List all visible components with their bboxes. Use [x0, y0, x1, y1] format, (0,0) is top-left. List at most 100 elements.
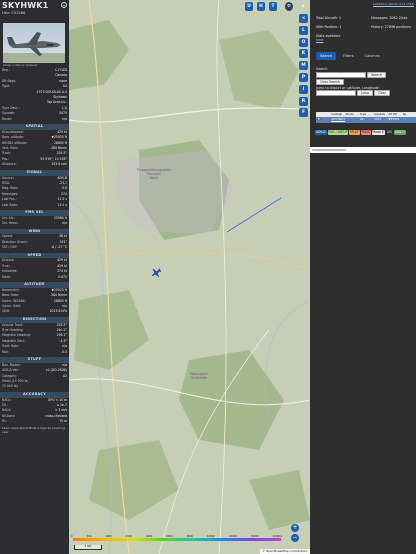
table-cell: ▼25925	[388, 117, 400, 121]
altitude-color-legend: 0 500 1000 2000 4000 6000 8000 10000 20000 30000 4…	[71, 535, 283, 541]
info-key: Reg.:	[2, 68, 10, 72]
expand-arrow-icon[interactable]: ▸	[299, 2, 308, 11]
info-row: 75 000 lb)	[0, 384, 69, 389]
table-row[interactable]: 🇨🇦 SKYHWK1 A4 5070 ▼25925	[316, 117, 416, 123]
side-button-k[interactable]: K	[299, 49, 308, 59]
map-button-u[interactable]: U	[245, 2, 253, 11]
aircraft-table: Callsign Route Type Squawk Alt (ft) Sp 🇨🇦 SKYH…	[316, 112, 416, 123]
map-base	[69, 0, 310, 554]
info-value: 0.672	[58, 274, 67, 279]
info-key: 75 000 lb)	[2, 384, 18, 389]
map-attribution[interactable]: © OpenStreetMap contributors.	[260, 549, 310, 554]
settings-gear-icon[interactable]: ⚙	[285, 2, 293, 11]
side-button-f[interactable]: F	[299, 108, 308, 118]
side-button-p[interactable]: P	[299, 73, 308, 82]
info-key: Last Seen:	[2, 202, 19, 207]
map-label-munster: Truppenübungsplatz Munster Nord	[119, 168, 189, 180]
map-view[interactable]: Truppenübungsplatz Munster Nord Naturpar…	[69, 0, 310, 554]
info-key: Rc:	[2, 419, 7, 424]
info-row: Roll: -0.3	[0, 350, 69, 355]
aircraft-basic-info: Reg.: C-FGZD Canada DB flags: none Type: A4 197…	[0, 68, 69, 122]
zoom-out-button[interactable]: −	[291, 534, 299, 542]
info-value: A2	[62, 373, 67, 378]
tab-search[interactable]: Search	[316, 52, 337, 60]
source-badge-ads-c: ADS-C	[393, 130, 406, 135]
info-key: QNH:	[2, 309, 11, 314]
stats-available: Stats available	[316, 34, 341, 38]
with-position: With Position: 1	[316, 25, 342, 29]
info-value: 153.6 nmi	[51, 162, 67, 167]
footer-note: Learn more about Mode S type by hovering…	[2, 425, 65, 434]
info-key: Roll:	[2, 349, 9, 354]
map-label-sudheide-text: Naturpark Südheide	[190, 372, 208, 380]
info-row: Last Seen: 11.5 s	[0, 203, 69, 208]
info-value: 75 m	[59, 419, 67, 424]
side-button-i[interactable]: I	[299, 84, 308, 94]
map-button-t[interactable]: T	[269, 2, 277, 11]
search-button[interactable]: Search	[367, 71, 386, 78]
scrollbar-thumb[interactable]	[312, 149, 346, 151]
map-button-h[interactable]: H	[257, 2, 265, 11]
legend-gradient-bar	[73, 538, 281, 541]
hex-code: Hex: C01266	[2, 11, 26, 15]
table-scrollbar[interactable]	[310, 147, 416, 153]
tab-filters[interactable]: Filters	[339, 52, 358, 60]
side-button-l[interactable]: L	[299, 25, 308, 35]
info-row: Sel. Head.: n/a	[0, 221, 69, 226]
clear-jump-button[interactable]: Clear	[373, 90, 391, 97]
panel-tabs: Search Filters Columns	[316, 52, 384, 60]
jump-input[interactable]	[316, 90, 356, 97]
info-key: Mach:	[2, 274, 12, 279]
version-link[interactable]: tar1090 on github (3.14.1793)	[373, 2, 414, 6]
history-positions: History: 27096 positions	[371, 25, 411, 29]
total-aircraft: Total Aircraft: 1	[316, 16, 342, 20]
info-key: Route:	[2, 116, 13, 121]
table-cell: A4	[359, 117, 364, 121]
source-badge-ads-b: ADS-B	[315, 130, 327, 135]
source-badge-mode-s: Mode S	[371, 130, 385, 135]
map-scale: 5 NM	[74, 545, 102, 550]
info-row: QNH: 1013.6 hPa	[0, 309, 69, 314]
side-button-o[interactable]: O	[299, 37, 308, 47]
right-panel: tar1090 on github (3.14.1793) Total Airc…	[310, 0, 416, 554]
aircraft-photo[interactable]	[3, 23, 65, 63]
tab-columns[interactable]: Columns	[361, 52, 384, 60]
aircraft-detail-sections: SPATIAL Groundspeed: 429 kt Baro. altitude:…	[0, 124, 69, 425]
table-cell	[402, 117, 416, 123]
app-root: SKYHWK1 Hex: C01266 × Image © Werner Ver…	[0, 0, 416, 554]
side-button-r[interactable]: R	[299, 96, 308, 106]
jump-button[interactable]: Jump	[357, 90, 373, 97]
stats-block: Total Aircraft: 1 Messages: 2082.2/sec W…	[316, 16, 414, 43]
info-value: 1013.6 hPa	[49, 309, 67, 314]
table-cell	[345, 117, 359, 123]
country-flag-icon: 🇨🇦	[317, 117, 321, 121]
info-row: Route: n/a	[0, 117, 69, 122]
info-key: Sel. Head.:	[2, 221, 19, 226]
table-cell: 5070	[374, 117, 382, 121]
aircraft-marker-icon[interactable]	[151, 268, 161, 278]
clear-search-button[interactable]: Clear Search	[316, 78, 344, 85]
source-badge-ais: AIS	[386, 130, 392, 134]
info-value: 11.5 s	[57, 202, 67, 207]
close-icon[interactable]: ×	[61, 2, 67, 8]
side-button-m[interactable]: M	[299, 61, 308, 71]
search-input[interactable]	[316, 71, 366, 78]
search-area: Search: Search Clear Search Jump to Airp…	[316, 67, 412, 97]
source-badge-tis-b: TIS-B	[360, 130, 371, 135]
info-key: TAT / OAT:	[2, 245, 18, 250]
info-row: Distance: 153.6 nmi	[0, 162, 69, 167]
info-value: -0.3	[60, 349, 67, 354]
source-legend: ADS-B UAT / ADS-R MLAT TIS-B Mode S AIS ADS-C	[315, 129, 415, 135]
map-label-sudheide: Naturpark Südheide	[174, 372, 224, 380]
aircraft-info-panel: SKYHWK1 Hex: C01266 × Image © Werner Ver…	[0, 0, 69, 554]
stats-link[interactable]: here	[316, 38, 323, 42]
info-value: n/a	[62, 116, 67, 121]
messages-rate: Messages: 2082.2/sec	[371, 16, 408, 20]
info-row: TAT / OAT: -8 / -27 °C	[0, 245, 69, 250]
zoom-in-button[interactable]: +	[291, 524, 299, 532]
side-button-collapse[interactable]: <	[299, 14, 308, 23]
source-badge-uat-ads-r: UAT / ADS-R	[327, 130, 349, 135]
source-badge-mlat: MLAT	[349, 130, 360, 135]
map-label-munster-text: Truppenübungsplatz Munster Nord	[136, 168, 172, 180]
aircraft-header: SKYHWK1 Hex: C01266 ×	[0, 0, 69, 21]
